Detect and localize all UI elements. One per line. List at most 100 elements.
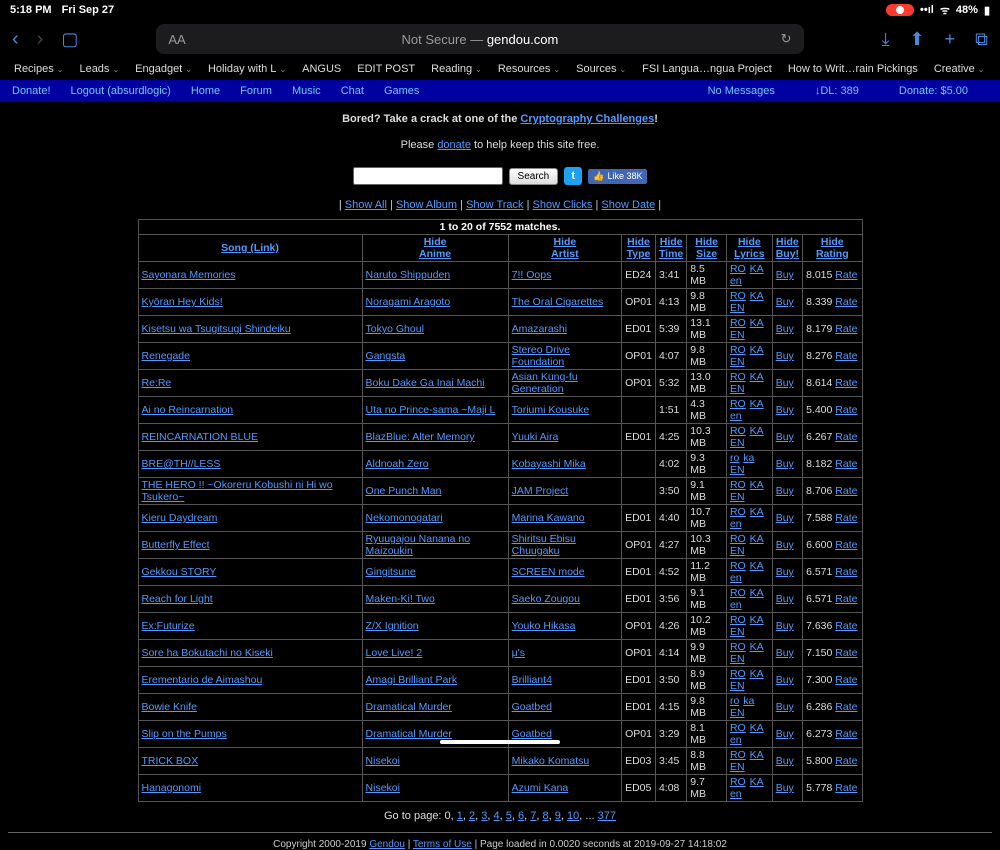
song-link[interactable]: Slip on the Pumps [142, 728, 227, 740]
lyrics-link[interactable]: KA [750, 587, 764, 599]
favorite-item[interactable]: Engadget⌄ [135, 63, 192, 75]
rate-link[interactable]: Rate [835, 269, 857, 281]
page-link[interactable]: 10 [567, 810, 579, 822]
favorite-item[interactable]: Holiday with L⌄ [208, 63, 286, 75]
rate-link[interactable]: Rate [835, 485, 857, 497]
share-icon[interactable]: ⬆ [910, 29, 925, 50]
artist-link[interactable]: Amazarashi [512, 323, 567, 335]
lyrics-link[interactable]: RO [730, 560, 746, 572]
buy-link[interactable]: Buy [776, 593, 794, 605]
anime-link[interactable]: Nisekoi [366, 755, 400, 767]
buy-link[interactable]: Buy [776, 755, 794, 767]
anime-link[interactable]: Tokyo Ghoul [366, 323, 424, 335]
page-link[interactable]: 9 [555, 810, 561, 822]
lyrics-link[interactable]: RO [730, 344, 746, 356]
nav-status[interactable]: Donate: $5.00 [899, 85, 968, 97]
anime-link[interactable]: Nekomonogatari [366, 512, 443, 524]
nav-status[interactable]: ↓DL: 389 [815, 85, 859, 97]
lyrics-link[interactable]: en [730, 734, 742, 746]
header-anime-hide[interactable]: Hide [424, 236, 447, 248]
song-link[interactable]: Sore ha Bokutachi no Kiseki [142, 647, 273, 659]
lyrics-link[interactable]: EN [730, 761, 745, 773]
page-link[interactable]: 5 [506, 810, 512, 822]
artist-link[interactable]: Saeko Zougou [512, 593, 580, 605]
back-button[interactable]: ‹ [12, 28, 19, 51]
filter-link[interactable]: Show Clicks [533, 199, 593, 211]
tabs-icon[interactable]: ⧉ [975, 29, 988, 50]
anime-link[interactable]: Naruto Shippuden [366, 269, 451, 281]
buy-link[interactable]: Buy [776, 296, 794, 308]
lyrics-link[interactable]: RO [730, 776, 746, 788]
rate-link[interactable]: Rate [835, 782, 857, 794]
search-button[interactable]: Search [509, 168, 559, 185]
artist-link[interactable]: μ's [512, 647, 525, 659]
nav-link[interactable]: Music [292, 85, 321, 97]
favorite-item[interactable]: How to Writ…rain Pickings [788, 63, 918, 75]
lyrics-link[interactable]: KA [750, 344, 764, 356]
buy-link[interactable]: Buy [776, 566, 794, 578]
anime-link[interactable]: Dramatical Murder [366, 728, 452, 740]
lyrics-link[interactable]: KA [750, 506, 764, 518]
lyrics-link[interactable]: en [730, 518, 742, 530]
anime-link[interactable]: Maken-Ki! Two [366, 593, 435, 605]
lyrics-link[interactable]: RO [730, 398, 746, 410]
lyrics-link[interactable]: en [730, 572, 742, 584]
lyrics-link[interactable]: KA [750, 533, 764, 545]
header-type[interactable]: Type [627, 248, 651, 260]
footer-gendou-link[interactable]: Gendou [369, 839, 405, 850]
anime-link[interactable]: Uta no Prince-sama ~Maji L [366, 404, 496, 416]
page-link[interactable]: 1 [457, 810, 463, 822]
artist-link[interactable]: The Oral Cigarettes [512, 296, 604, 308]
filter-link[interactable]: Show All [345, 199, 387, 211]
fb-like-button[interactable]: 👍 Like 38K [588, 169, 647, 184]
lyrics-link[interactable]: RO [730, 722, 746, 734]
header-artist-hide[interactable]: Hide [553, 236, 576, 248]
lyrics-link[interactable]: en [730, 275, 742, 287]
lyrics-link[interactable]: RO [730, 533, 746, 545]
song-link[interactable]: Sayonara Memories [142, 269, 236, 281]
header-rating[interactable]: Rating [816, 248, 849, 260]
rate-link[interactable]: Rate [835, 458, 857, 470]
buy-link[interactable]: Buy [776, 404, 794, 416]
lyrics-link[interactable]: RO [730, 425, 746, 437]
lyrics-link[interactable]: KA [750, 479, 764, 491]
favorite-item[interactable]: Reading⌄ [431, 63, 482, 75]
lyrics-link[interactable]: RO [730, 371, 746, 383]
new-tab-icon[interactable]: + [945, 29, 956, 50]
page-link[interactable]: 7 [530, 810, 536, 822]
page-link[interactable]: 6 [518, 810, 524, 822]
song-link[interactable]: Reach for Light [142, 593, 213, 605]
song-link[interactable]: Butterfly Effect [142, 539, 210, 551]
lyrics-link[interactable]: RO [730, 479, 746, 491]
nav-link[interactable]: Donate! [12, 85, 51, 97]
search-input[interactable] [353, 167, 503, 185]
buy-link[interactable]: Buy [776, 269, 794, 281]
header-lyrics[interactable]: Lyrics [734, 248, 765, 260]
song-link[interactable]: Kieru Daydream [142, 512, 218, 524]
url-bar[interactable]: AA Not Secure — gendou.com ↻ [156, 24, 803, 54]
song-link[interactable]: Ai no Reincarnation [142, 404, 234, 416]
favorite-item[interactable]: Leads⌄ [79, 63, 119, 75]
artist-link[interactable]: Toriumi Kousuke [512, 404, 590, 416]
home-indicator[interactable] [440, 740, 560, 744]
anime-link[interactable]: Love Live! 2 [366, 647, 423, 659]
lyrics-link[interactable]: RO [730, 668, 746, 680]
lyrics-link[interactable]: EN [730, 545, 745, 557]
favorite-item[interactable]: Resources⌄ [498, 63, 560, 75]
artist-link[interactable]: Marina Kawano [512, 512, 585, 524]
lyrics-link[interactable]: KA [750, 776, 764, 788]
lyrics-link[interactable]: EN [730, 653, 745, 665]
lyrics-link[interactable]: RO [730, 506, 746, 518]
lyrics-link[interactable]: ka [743, 452, 754, 464]
buy-link[interactable]: Buy [776, 485, 794, 497]
artist-link[interactable]: Azumi Kana [512, 782, 569, 794]
buy-link[interactable]: Buy [776, 728, 794, 740]
artist-link[interactable]: SCREEN mode [512, 566, 585, 578]
lyrics-link[interactable]: ro [730, 695, 739, 707]
rate-link[interactable]: Rate [835, 701, 857, 713]
buy-link[interactable]: Buy [776, 350, 794, 362]
artist-link[interactable]: Shiritsu Ebisu Chuugaku [512, 533, 576, 557]
rate-link[interactable]: Rate [835, 539, 857, 551]
song-link[interactable]: Kyōran Hey Kids! [142, 296, 223, 308]
lyrics-link[interactable]: RO [730, 263, 746, 275]
